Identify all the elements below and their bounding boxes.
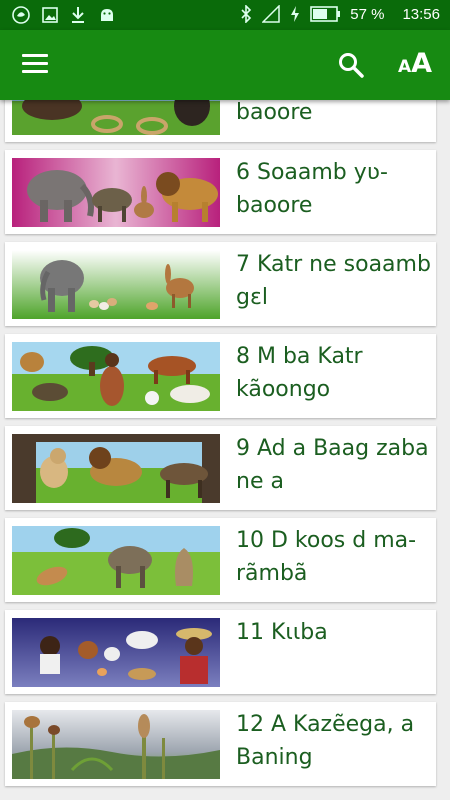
text-size-button[interactable]: AA <box>398 48 432 79</box>
story-thumbnail-lion-hyena-woman-cow-sheep <box>12 342 220 411</box>
text-size-big-label: A <box>411 48 433 79</box>
story-thumbnail-boy-chickens-cow-man <box>12 618 220 687</box>
app-notification-icon <box>12 6 30 24</box>
text-size-small-label: A <box>398 57 412 77</box>
story-list-item[interactable]: 12 A Kazẽega, a Baning <box>5 702 436 786</box>
story-thumbnail-elephant-eggs-hare <box>12 250 220 319</box>
hamburger-menu-icon[interactable] <box>22 54 48 74</box>
search-icon[interactable] <box>338 52 364 78</box>
battery-percent: 57 % <box>350 5 385 23</box>
story-title: 11 Kɩɩba <box>236 620 328 645</box>
story-thumbnail-elephant-hyena-hare-lion <box>12 158 220 227</box>
story-title: 10 D koos d ma-rãmbã <box>236 528 417 586</box>
story-list-item[interactable]: 8 M ba Katr kãoongo <box>5 334 436 418</box>
charging-icon <box>291 6 300 22</box>
android-icon <box>101 9 113 21</box>
battery-icon <box>310 6 341 22</box>
story-thumbnail-dog-hyena-sack <box>12 526 220 595</box>
story-thumbnail-sorghum-millet-field <box>12 710 220 779</box>
story-list-item[interactable]: 7 Katr ne soaamb gɛl <box>5 242 436 326</box>
app-bar: AA <box>0 30 450 100</box>
story-thumbnail-rope-cattle <box>12 100 220 135</box>
story-title: 8 M ba Katr kãoongo <box>236 344 363 402</box>
clock: 13:56 <box>402 5 440 23</box>
story-title: 6 Soaamb yʋ-baoore <box>236 160 388 218</box>
story-list-item[interactable]: 6 Soaamb yʋ-baoore <box>5 150 436 234</box>
story-title: baoore <box>236 100 313 125</box>
story-list-item[interactable]: 11 Kɩɩba <box>5 610 436 694</box>
story-list-item[interactable]: 10 D koos d ma-rãmbã <box>5 518 436 602</box>
story-list-item[interactable]: 9 Ad a Baag zaba ne a <box>5 426 436 510</box>
signal-icon <box>262 5 280 23</box>
bluetooth-icon <box>241 5 252 23</box>
status-bar: 57 % 13:56 <box>0 0 450 30</box>
image-icon <box>42 7 58 23</box>
story-list[interactable]: baoore 6 Soaamb yʋ-baoore 7 Katr ne soaa… <box>0 100 450 800</box>
story-title: 7 Katr ne soaamb gɛl <box>236 252 431 310</box>
story-title: 9 Ad a Baag zaba ne a <box>236 436 429 494</box>
download-icon <box>72 7 84 23</box>
story-title: 12 A Kazẽega, a Baning <box>236 712 415 770</box>
story-thumbnail-dog-lion-wild-dog <box>12 434 220 503</box>
story-list-item[interactable]: baoore <box>5 100 436 142</box>
